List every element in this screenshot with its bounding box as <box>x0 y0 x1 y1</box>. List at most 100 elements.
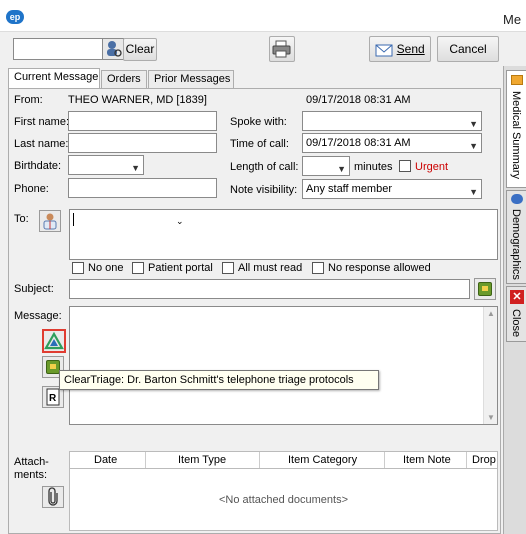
last-name-label: Last name: <box>14 138 69 150</box>
to-label: To: <box>14 213 29 225</box>
note-visibility-dropdown[interactable]: Any staff member ▼ <box>302 179 482 199</box>
book-icon <box>478 282 492 296</box>
prescription-icon: R <box>46 388 60 406</box>
urgent-label: Urgent <box>415 161 449 173</box>
phone-label: Phone: <box>14 183 49 195</box>
people-icon <box>511 194 523 204</box>
column-item-note[interactable]: Item Note <box>403 454 451 466</box>
chevron-down-icon: ▼ <box>469 187 478 197</box>
note-visibility-value: Any staff member <box>306 183 392 195</box>
svg-text:R: R <box>49 393 57 404</box>
message-scrollbar[interactable]: ▲ ▼ <box>483 307 497 424</box>
phone-field[interactable] <box>68 178 217 198</box>
side-tab-rail: Medical Summary Demographics ✕ Close <box>503 66 526 534</box>
patient-search-input[interactable] <box>13 38 103 60</box>
no-one-label: No one <box>88 262 124 274</box>
column-drop[interactable]: Drop <box>472 454 496 466</box>
send-label: Send <box>396 42 425 56</box>
birthdate-label: Birthdate: <box>14 160 62 172</box>
folder-icon <box>511 75 523 85</box>
from-timestamp: 09/17/2018 08:31 AM <box>306 94 411 106</box>
chevron-down-icon: ▼ <box>337 164 346 174</box>
chevron-down-icon: ⌄ <box>176 216 184 226</box>
column-date[interactable]: Date <box>94 454 117 466</box>
tab-orders[interactable]: Orders <box>101 70 147 88</box>
column-separator <box>259 452 260 468</box>
subject-label: Subject: <box>14 283 54 295</box>
from-value: THEO WARNER, MD [1839] <box>68 94 207 106</box>
from-label: From: <box>14 94 43 106</box>
to-recipients-field[interactable]: ⌄ <box>69 209 498 260</box>
scroll-down-icon: ▼ <box>487 413 495 422</box>
medical-summary-label: Medical Summary <box>510 91 522 180</box>
spoke-with-dropdown[interactable]: ▼ <box>302 111 482 131</box>
column-item-category[interactable]: Item Category <box>288 454 357 466</box>
length-of-call-dropdown[interactable]: ▼ <box>302 156 350 176</box>
tab-current-message[interactable]: Current Message <box>8 68 100 89</box>
chevron-down-icon: ▼ <box>469 119 478 129</box>
column-separator <box>384 452 385 468</box>
send-button[interactable]: Send <box>369 36 431 62</box>
attachments-table-header: Date Item Type Item Category Item Note D… <box>69 451 498 469</box>
patient-lookup-icon <box>107 41 122 57</box>
attachments-table-body: <No attached documents> <box>69 469 498 531</box>
all-must-read-checkbox[interactable] <box>222 262 234 274</box>
book-icon <box>46 360 60 374</box>
window-title: Me <box>503 12 522 27</box>
cancel-button[interactable]: Cancel <box>437 36 499 62</box>
urgent-checkbox[interactable] <box>399 160 411 172</box>
first-name-field[interactable] <box>68 111 217 131</box>
app-logo-icon: ep <box>6 10 24 24</box>
column-item-type[interactable]: Item Type <box>178 454 226 466</box>
clear-button[interactable]: Clear <box>123 38 157 61</box>
close-icon: ✕ <box>510 290 524 304</box>
message-label: Message: <box>14 310 62 322</box>
select-recipient-button[interactable] <box>39 210 61 232</box>
no-one-checkbox[interactable] <box>72 262 84 274</box>
tab-prior-messages[interactable]: Prior Messages <box>148 70 234 88</box>
cleartriage-icon <box>44 331 64 350</box>
paperclip-icon <box>48 487 58 506</box>
no-response-allowed-label: No response allowed <box>328 262 431 274</box>
print-button[interactable] <box>269 36 295 62</box>
cleartriage-tooltip: ClearTriage: Dr. Barton Schmitt's teleph… <box>59 370 379 390</box>
patient-lookup-button[interactable] <box>102 38 124 60</box>
time-of-call-label: Time of call: <box>230 138 289 150</box>
title-bar: ep Me <box>0 0 526 32</box>
first-name-label: First name: <box>14 116 70 128</box>
note-visibility-label: Note visibility: <box>230 184 298 196</box>
time-of-call-dropdown[interactable]: 09/17/2018 08:31 AM ▼ <box>302 133 482 153</box>
side-tab-demographics[interactable]: Demographics <box>506 190 526 284</box>
message-body-field[interactable] <box>69 306 498 425</box>
no-response-allowed-checkbox[interactable] <box>312 262 324 274</box>
spoke-with-label: Spoke with: <box>230 116 287 128</box>
minutes-label: minutes <box>354 161 393 173</box>
all-must-read-label: All must read <box>238 262 303 274</box>
attachments-label-line2: ments: <box>14 469 48 481</box>
patient-portal-checkbox[interactable] <box>132 262 144 274</box>
column-separator <box>466 452 467 468</box>
text-cursor <box>73 213 74 226</box>
chevron-down-icon: ▼ <box>131 163 140 173</box>
side-tab-close[interactable]: ✕ Close <box>506 286 526 342</box>
patient-portal-label: Patient portal <box>148 262 213 274</box>
demographics-label: Demographics <box>510 209 522 280</box>
attachments-label-line1: Attach- <box>14 456 49 468</box>
close-label: Close <box>510 309 522 338</box>
subject-library-button[interactable] <box>474 278 496 300</box>
no-attachments-message: <No attached documents> <box>218 494 349 506</box>
subject-field[interactable] <box>69 279 470 299</box>
doctor-icon <box>43 213 57 230</box>
printer-icon <box>272 40 291 58</box>
side-tab-medical-summary[interactable]: Medical Summary <box>506 70 526 188</box>
column-separator <box>145 452 146 468</box>
scroll-up-icon: ▲ <box>487 309 495 318</box>
chevron-down-icon: ▼ <box>469 141 478 151</box>
attach-file-button[interactable] <box>42 486 64 508</box>
birthdate-dropdown[interactable]: ▼ <box>68 155 144 175</box>
length-of-call-label: Length of call: <box>230 161 299 173</box>
cleartriage-button[interactable] <box>42 329 66 353</box>
time-of-call-value: 09/17/2018 08:31 AM <box>306 137 411 149</box>
envelope-icon <box>375 44 393 57</box>
last-name-field[interactable] <box>68 133 217 153</box>
